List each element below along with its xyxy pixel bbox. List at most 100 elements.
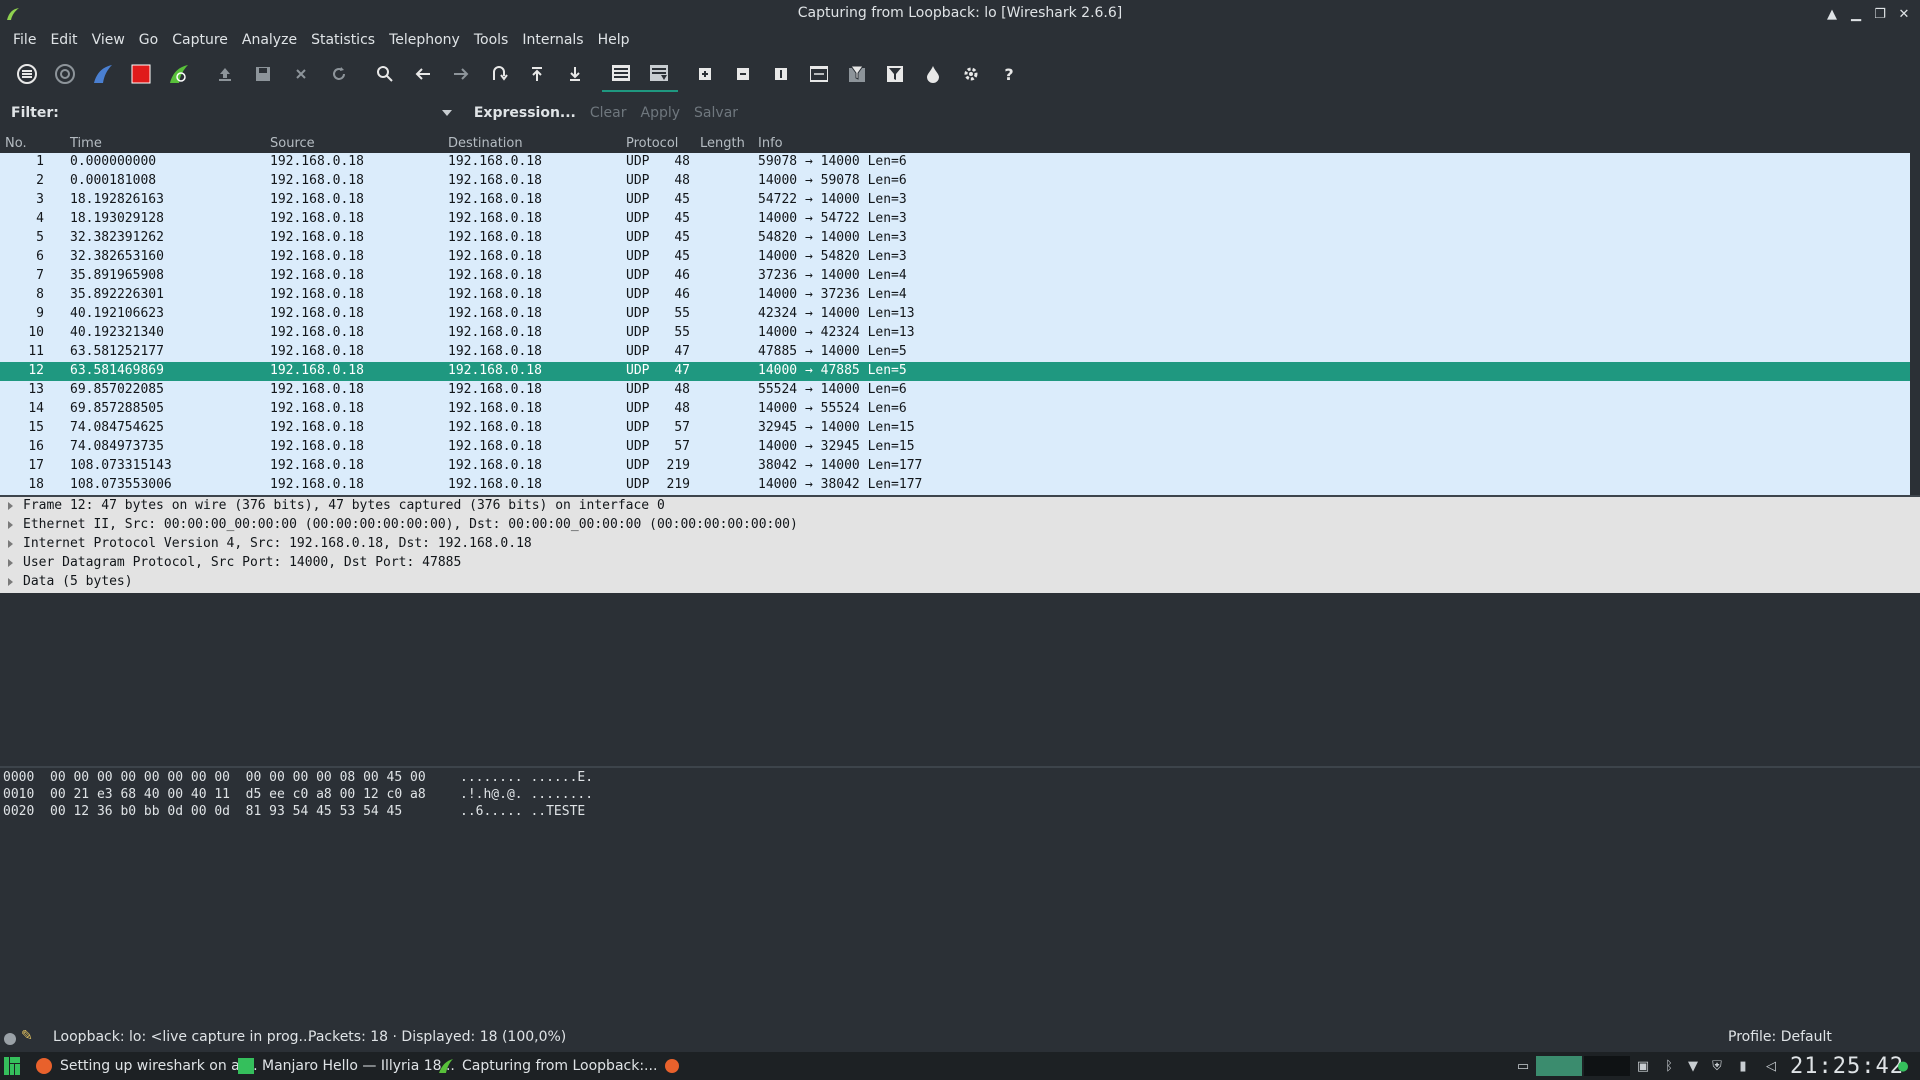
keep-above-icon[interactable]: ▲ bbox=[1822, 4, 1842, 24]
clear-button[interactable]: Clear bbox=[590, 105, 627, 121]
edit-comment-icon[interactable]: ✎ bbox=[21, 1028, 33, 1044]
expand-arrow-icon[interactable] bbox=[8, 502, 13, 510]
stop-capture-icon[interactable] bbox=[122, 56, 160, 92]
save-button[interactable]: Salvar bbox=[694, 105, 738, 121]
profile-text[interactable]: Profile: Default bbox=[1728, 1029, 1832, 1045]
menu-file[interactable]: File bbox=[6, 28, 43, 52]
packet-row[interactable]: 11 63.581252177 192.168.0.18 192.168.0.18 UD… bbox=[0, 343, 1910, 362]
restart-capture-icon[interactable] bbox=[160, 56, 198, 92]
go-forward-icon[interactable] bbox=[442, 56, 480, 92]
open-file-icon[interactable] bbox=[206, 56, 244, 92]
detail-row-frame[interactable]: Frame 12: 47 bytes on wire (376 bits), 4… bbox=[0, 497, 1920, 516]
wifi-icon[interactable]: ▼ bbox=[1684, 1056, 1702, 1076]
firefox-icon[interactable] bbox=[665, 1059, 680, 1073]
menu-go[interactable]: Go bbox=[132, 28, 165, 52]
packet-bytes-pane[interactable]: 0000 00 00 00 00 00 00 00 00 00 00 00 00… bbox=[0, 770, 1920, 1020]
packet-row[interactable]: 3 18.192826163 192.168.0.18 192.168.0.18 UDP… bbox=[0, 191, 1910, 210]
packet-row[interactable]: 15 74.084754625 192.168.0.18 192.168.0.18 UD… bbox=[0, 419, 1910, 438]
go-last-packet-icon[interactable] bbox=[556, 56, 594, 92]
packet-row[interactable]: 13 69.857022085 192.168.0.18 192.168.0.18 UD… bbox=[0, 381, 1910, 400]
manjaro-menu-icon[interactable] bbox=[4, 1057, 20, 1075]
packet-list-scrollbar[interactable] bbox=[1910, 153, 1920, 495]
battery-icon[interactable]: ▮ bbox=[1734, 1056, 1752, 1076]
interface-list-icon[interactable] bbox=[8, 56, 46, 92]
pane-splitter[interactable] bbox=[0, 766, 1920, 768]
packet-row[interactable]: 18 108.073553006 192.168.0.18 192.168.0.18 U… bbox=[0, 476, 1910, 495]
menu-view[interactable]: View bbox=[85, 28, 132, 52]
capture-filters-icon[interactable] bbox=[838, 56, 876, 92]
task-wireshark[interactable]: Capturing from Loopback:... bbox=[438, 1052, 680, 1080]
task-manjaro-hello[interactable]: Manjaro Hello — Illyria 18... bbox=[238, 1052, 455, 1080]
column-header-info[interactable]: Info bbox=[758, 136, 783, 151]
go-back-icon[interactable] bbox=[404, 56, 442, 92]
close-icon[interactable]: ✕ bbox=[1894, 4, 1914, 24]
packet-row[interactable]: 10 40.192321340 192.168.0.18 192.168.0.18 UD… bbox=[0, 324, 1910, 343]
filter-input[interactable] bbox=[64, 102, 460, 124]
menu-statistics[interactable]: Statistics bbox=[304, 28, 382, 52]
maximize-icon[interactable]: ❐ bbox=[1870, 4, 1890, 24]
auto-scroll-icon[interactable] bbox=[640, 56, 678, 92]
start-capture-icon[interactable] bbox=[84, 56, 122, 92]
packet-row[interactable]: 2 0.000181008 192.168.0.18 192.168.0.18 UDP 4… bbox=[0, 172, 1910, 191]
apply-button[interactable]: Apply bbox=[641, 105, 681, 121]
preferences-icon[interactable] bbox=[952, 56, 990, 92]
menu-edit[interactable]: Edit bbox=[43, 28, 84, 52]
zoom-in-icon[interactable] bbox=[686, 56, 724, 92]
packet-row[interactable]: 16 74.084973735 192.168.0.18 192.168.0.18 UD… bbox=[0, 438, 1910, 457]
column-header-source[interactable]: Source bbox=[270, 136, 315, 151]
capture-options-icon[interactable] bbox=[46, 56, 84, 92]
minimize-icon[interactable]: ▁ bbox=[1846, 4, 1866, 24]
task-firefox[interactable]: Setting up wireshark on a ... bbox=[36, 1052, 258, 1080]
resize-columns-icon[interactable] bbox=[800, 56, 838, 92]
column-header-time[interactable]: Time bbox=[70, 136, 102, 151]
menu-internals[interactable]: Internals bbox=[515, 28, 590, 52]
expand-arrow-icon[interactable] bbox=[8, 578, 13, 586]
update-icon[interactable]: ● bbox=[1894, 1056, 1912, 1076]
go-to-packet-icon[interactable] bbox=[480, 56, 518, 92]
packet-row[interactable]: 7 35.891965908 192.168.0.18 192.168.0.18 UDP… bbox=[0, 267, 1910, 286]
menu-analyze[interactable]: Analyze bbox=[235, 28, 304, 52]
pager-desktop-2[interactable] bbox=[1584, 1056, 1630, 1076]
packet-row[interactable]: 8 35.892226301 192.168.0.18 192.168.0.18 UDP… bbox=[0, 286, 1910, 305]
packet-row[interactable]: 1 0.000000000 192.168.0.18 192.168.0.18 UDP 4… bbox=[0, 153, 1910, 172]
coloring-rules-icon[interactable] bbox=[914, 56, 952, 92]
column-header-destination[interactable]: Destination bbox=[448, 136, 523, 151]
reload-icon[interactable] bbox=[320, 56, 358, 92]
find-packet-icon[interactable] bbox=[366, 56, 404, 92]
chevron-down-icon[interactable] bbox=[441, 110, 452, 116]
close-file-icon[interactable] bbox=[282, 56, 320, 92]
packet-row[interactable]: 4 18.193029128 192.168.0.18 192.168.0.18 UDP… bbox=[0, 210, 1910, 229]
detail-row-udp[interactable]: User Datagram Protocol, Src Port: 14000,… bbox=[0, 554, 1920, 573]
clock[interactable]: 21:25:42 bbox=[1790, 1054, 1904, 1079]
terminal-tray-icon[interactable]: ▣ bbox=[1634, 1056, 1652, 1076]
zoom-out-icon[interactable] bbox=[724, 56, 762, 92]
display-filters-icon[interactable] bbox=[876, 56, 914, 92]
expand-arrow-icon[interactable] bbox=[8, 559, 13, 567]
packet-row[interactable]: 6 32.382653160 192.168.0.18 192.168.0.18 UDP… bbox=[0, 248, 1910, 267]
column-header-protocol[interactable]: Protocol bbox=[626, 136, 678, 151]
clipboard-tray-icon[interactable]: ▭ bbox=[1514, 1056, 1532, 1076]
packet-details-pane[interactable]: Frame 12: 47 bytes on wire (376 bits), 4… bbox=[0, 497, 1920, 593]
help-icon[interactable]: ? bbox=[990, 56, 1028, 92]
shield-icon[interactable]: ⛨ bbox=[1708, 1056, 1726, 1076]
menu-help[interactable]: Help bbox=[591, 28, 637, 52]
go-first-packet-icon[interactable] bbox=[518, 56, 556, 92]
pager-desktop-1[interactable] bbox=[1536, 1056, 1582, 1076]
column-header-no[interactable]: No. bbox=[5, 136, 27, 151]
packet-row[interactable]: 12 63.581469869 192.168.0.18 192.168.0.18 UD… bbox=[0, 362, 1910, 381]
packet-row[interactable]: 14 69.857288505 192.168.0.18 192.168.0.18 UD… bbox=[0, 400, 1910, 419]
menu-tools[interactable]: Tools bbox=[467, 28, 516, 52]
app-menu-button[interactable] bbox=[4, 1052, 20, 1080]
save-file-icon[interactable] bbox=[244, 56, 282, 92]
bluetooth-icon[interactable]: ᛒ bbox=[1660, 1056, 1678, 1076]
packet-row[interactable]: 17 108.073315143 192.168.0.18 192.168.0.18 U… bbox=[0, 457, 1910, 476]
menu-telephony[interactable]: Telephony bbox=[382, 28, 467, 52]
detail-row-ip[interactable]: Internet Protocol Version 4, Src: 192.16… bbox=[0, 535, 1920, 554]
packet-list[interactable]: 1 0.000000000 192.168.0.18 192.168.0.18 UDP 4… bbox=[0, 153, 1910, 495]
packet-row[interactable]: 9 40.192106623 192.168.0.18 192.168.0.18 UDP… bbox=[0, 305, 1910, 324]
expand-arrow-icon[interactable] bbox=[8, 521, 13, 529]
column-header-length[interactable]: Length bbox=[700, 136, 745, 151]
detail-row-data[interactable]: Data (5 bytes) bbox=[0, 573, 1920, 592]
expression-button[interactable]: Expression... bbox=[474, 105, 576, 121]
normal-size-icon[interactable] bbox=[762, 56, 800, 92]
